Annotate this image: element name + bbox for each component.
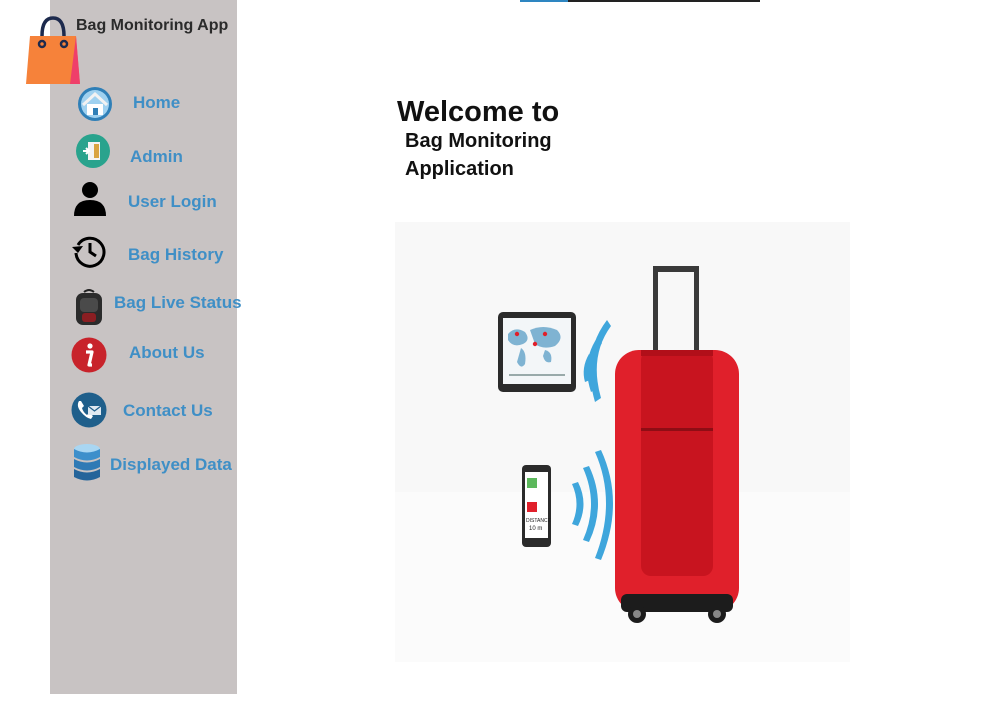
sidebar-item-contact-us-label: Contact Us	[123, 401, 213, 420]
phone-icon: DISTANCE 10 m	[522, 465, 552, 547]
info-icon	[71, 337, 107, 373]
tablet-map-icon	[498, 312, 576, 392]
admin-icon	[76, 134, 110, 168]
sidebar-item-admin-label: Admin	[130, 147, 183, 166]
phone-distance-value: 10 m	[529, 526, 542, 532]
backpack-icon	[76, 289, 102, 325]
phone-distance-label: DISTANCE	[526, 518, 552, 524]
sidebar-item-about-us-label: About Us	[129, 343, 205, 362]
welcome-heading: Welcome to	[397, 96, 560, 128]
sidebar-item-bag-history-label: Bag History	[128, 245, 224, 264]
top-divider	[520, 0, 760, 2]
user-icon	[74, 182, 106, 216]
sidebar-item-user-login-label: User Login	[128, 192, 217, 211]
app-title: Bag Monitoring App	[76, 17, 229, 34]
welcome-subheading-line1: Bag Monitoring	[405, 130, 552, 152]
phone-mail-icon	[71, 392, 107, 428]
sidebar-item-displayed-data-label: Displayed Data	[110, 455, 232, 474]
history-icon	[72, 236, 106, 268]
suitcase-tracking-illustration: DISTANCE 10 m	[395, 222, 850, 662]
sidebar-item-home-label: Home	[133, 93, 181, 112]
top-divider-accent	[520, 0, 568, 2]
sidebar-item-bag-live-status-label: Bag Live Status	[114, 293, 242, 312]
bag-logo-icon	[26, 16, 80, 84]
welcome-subheading-line2: Application	[405, 158, 514, 180]
database-icon	[74, 444, 100, 481]
home-icon	[78, 87, 112, 121]
